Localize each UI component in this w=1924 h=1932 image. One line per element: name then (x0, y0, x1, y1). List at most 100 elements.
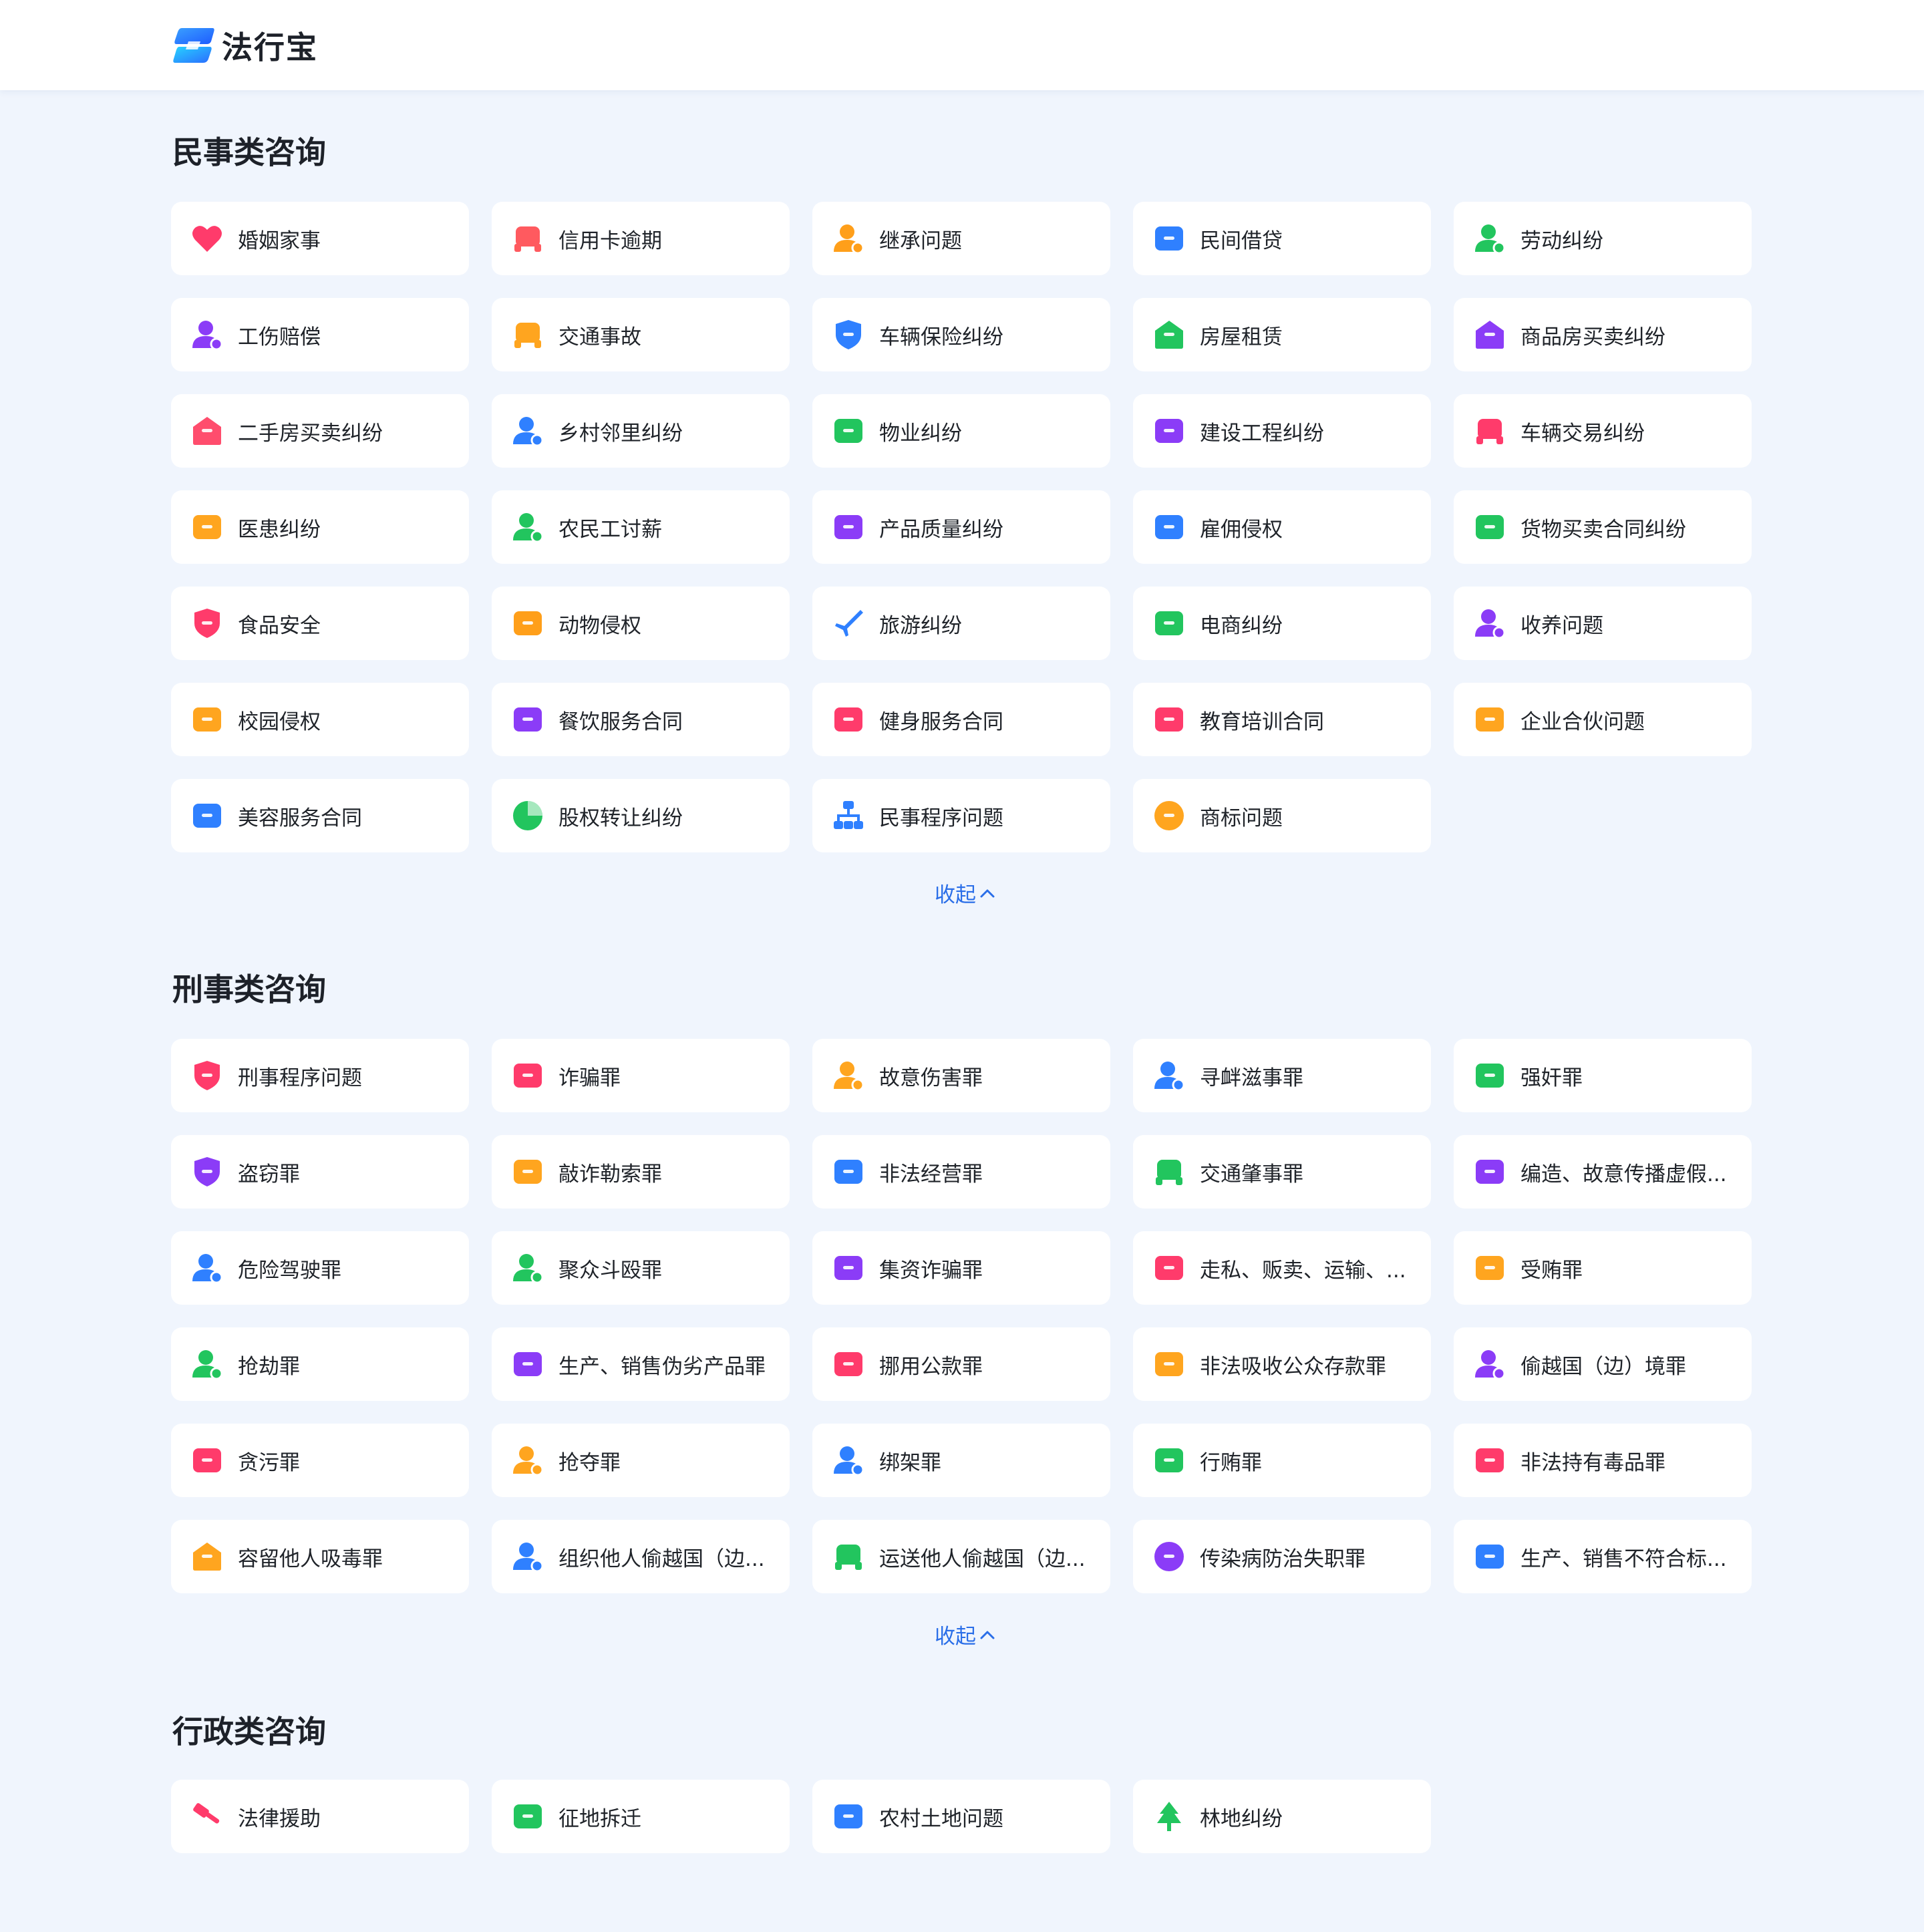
poison-jar-icon (1472, 1443, 1507, 1478)
beauty-icon (190, 798, 224, 833)
consult-card[interactable]: 刑事程序问题 (171, 1039, 469, 1112)
consult-card[interactable]: 走私、贩卖、运输、... (1133, 1231, 1431, 1305)
consult-card[interactable]: 行贿罪 (1133, 1424, 1431, 1497)
consult-card[interactable]: 生产、销售伪劣产品罪 (492, 1327, 790, 1401)
consult-card[interactable]: 工伤赔偿 (171, 298, 469, 371)
consult-card[interactable]: 车辆保险纠纷 (812, 298, 1110, 371)
graduation-cap-icon (190, 702, 224, 737)
consult-card[interactable]: 民间借贷 (1133, 202, 1431, 275)
truck-icon (831, 1539, 866, 1574)
card-label: 餐饮服务合同 (558, 709, 683, 734)
consult-card[interactable]: 林地纠纷 (1133, 1780, 1431, 1853)
consult-card[interactable]: 雇佣侵权 (1133, 490, 1431, 564)
consult-card[interactable]: 贪污罪 (171, 1424, 469, 1497)
consult-card[interactable]: 物业纠纷 (812, 394, 1110, 468)
consult-card[interactable]: 旅游纠纷 (812, 587, 1110, 660)
consult-card[interactable]: 集资诈骗罪 (812, 1231, 1110, 1305)
consult-card[interactable]: 校园侵权 (171, 683, 469, 756)
consult-card[interactable]: 餐饮服务合同 (492, 683, 790, 756)
consult-card[interactable]: 容留他人吸毒罪 (171, 1520, 469, 1593)
consult-card[interactable]: 绑架罪 (812, 1424, 1110, 1497)
consult-card[interactable]: 交通肇事罪 (1133, 1135, 1431, 1209)
consult-card[interactable]: 收养问题 (1454, 587, 1752, 660)
consult-card[interactable]: 婚姻家事 (171, 202, 469, 275)
consult-card[interactable]: 聚众斗殴罪 (492, 1231, 790, 1305)
consult-card[interactable]: 车辆交易纠纷 (1454, 394, 1752, 468)
consult-card[interactable]: 教育培训合同 (1133, 683, 1431, 756)
consult-card[interactable]: 继承问题 (812, 202, 1110, 275)
consult-card[interactable]: 非法持有毒品罪 (1454, 1424, 1752, 1497)
card-label: 绑架罪 (879, 1450, 941, 1475)
consult-card[interactable]: 组织他人偷越国（边... (492, 1520, 790, 1593)
consult-card[interactable]: 产品质量纠纷 (812, 490, 1110, 564)
tree-icon (1152, 1799, 1186, 1834)
card-label: 信用卡逾期 (558, 228, 662, 253)
card-label: 挪用公款罪 (879, 1354, 983, 1379)
card-label: 贪污罪 (238, 1450, 300, 1475)
consult-card[interactable]: 食品安全 (171, 587, 469, 660)
consult-card[interactable]: 货物买卖合同纠纷 (1454, 490, 1752, 564)
consult-card[interactable]: 商品房买卖纠纷 (1454, 298, 1752, 371)
consult-card[interactable]: 盗窃罪 (171, 1135, 469, 1209)
card-label: 校园侵权 (238, 709, 321, 734)
consult-card[interactable]: 医患纠纷 (171, 490, 469, 564)
consult-card[interactable]: 抢劫罪 (171, 1327, 469, 1401)
user-driving-icon (190, 1251, 224, 1285)
consult-card[interactable]: 电商纠纷 (1133, 587, 1431, 660)
consult-card[interactable]: 挪用公款罪 (812, 1327, 1110, 1401)
consult-card[interactable]: 农村土地问题 (812, 1780, 1110, 1853)
card-label: 民事程序问题 (879, 806, 1003, 830)
robber-icon (190, 1347, 224, 1382)
consult-card[interactable]: 健身服务合同 (812, 683, 1110, 756)
card-label: 货物买卖合同纠纷 (1520, 517, 1686, 542)
consult-card[interactable]: 编造、故意传播虚假... (1454, 1135, 1752, 1209)
consult-card[interactable]: 征地拆迁 (492, 1780, 790, 1853)
card-label: 动物侵权 (558, 613, 641, 638)
fake-product-icon (510, 1347, 545, 1382)
card-label: 容留他人吸毒罪 (238, 1547, 383, 1571)
card-label: 组织他人偷越国（边... (558, 1547, 765, 1571)
consult-card[interactable]: 偷越国（边）境罪 (1454, 1327, 1752, 1401)
loan-icon (1152, 221, 1186, 256)
consult-card[interactable]: 诈骗罪 (492, 1039, 790, 1112)
consult-card[interactable]: 受贿罪 (1454, 1231, 1752, 1305)
consult-card[interactable]: 二手房买卖纠纷 (171, 394, 469, 468)
consult-card[interactable]: 企业合伙问题 (1454, 683, 1752, 756)
consult-card[interactable]: 危险驾驶罪 (171, 1231, 469, 1305)
consult-card[interactable]: 乡村邻里纠纷 (492, 394, 790, 468)
consult-card[interactable]: 民事程序问题 (812, 779, 1110, 852)
consult-card[interactable]: 股权转让纠纷 (492, 779, 790, 852)
wallet-extort-icon (510, 1154, 545, 1189)
logo[interactable]: 法行宝 (172, 27, 318, 65)
consult-card[interactable]: 建设工程纠纷 (1133, 394, 1431, 468)
consult-card[interactable]: 寻衅滋事罪 (1133, 1039, 1431, 1112)
consult-card[interactable]: 劳动纠纷 (1454, 202, 1752, 275)
card-label: 生产、销售不符合标... (1520, 1547, 1727, 1571)
consult-card[interactable]: 抢夺罪 (492, 1424, 790, 1497)
consult-card[interactable]: 传染病防治失职罪 (1133, 1520, 1431, 1593)
consult-card[interactable]: 商标问题 (1133, 779, 1431, 852)
consult-card[interactable]: 农民工讨薪 (492, 490, 790, 564)
consult-card[interactable]: 运送他人偷越国（边... (812, 1520, 1110, 1593)
consult-card[interactable]: 法律援助 (171, 1780, 469, 1853)
police-shield-icon (190, 1058, 224, 1093)
consult-card[interactable]: 交通事故 (492, 298, 790, 371)
consult-card[interactable]: 美容服务合同 (171, 779, 469, 852)
card-label: 敲诈勒索罪 (558, 1162, 662, 1186)
collapse-button-civil[interactable]: 收起 (929, 878, 1002, 908)
consult-card[interactable]: 非法吸收公众存款罪 (1133, 1327, 1431, 1401)
collapse-button-criminal[interactable]: 收起 (929, 1619, 1002, 1649)
consult-card[interactable]: 非法经营罪 (812, 1135, 1110, 1209)
consult-card[interactable]: 敲诈勒索罪 (492, 1135, 790, 1209)
consult-card[interactable]: 动物侵权 (492, 587, 790, 660)
consult-card[interactable]: 信用卡逾期 (492, 202, 790, 275)
card-label: 刑事程序问题 (238, 1066, 362, 1090)
consult-card[interactable]: 生产、销售不符合标... (1454, 1520, 1752, 1593)
dumbbell-icon (831, 702, 866, 737)
card-label: 电商纠纷 (1200, 613, 1283, 638)
consult-card[interactable]: 故意伤害罪 (812, 1039, 1110, 1112)
card-label: 医患纠纷 (238, 517, 321, 542)
heart-icon (190, 221, 224, 256)
consult-card[interactable]: 房屋租赁 (1133, 298, 1431, 371)
consult-card[interactable]: 强奸罪 (1454, 1039, 1752, 1112)
